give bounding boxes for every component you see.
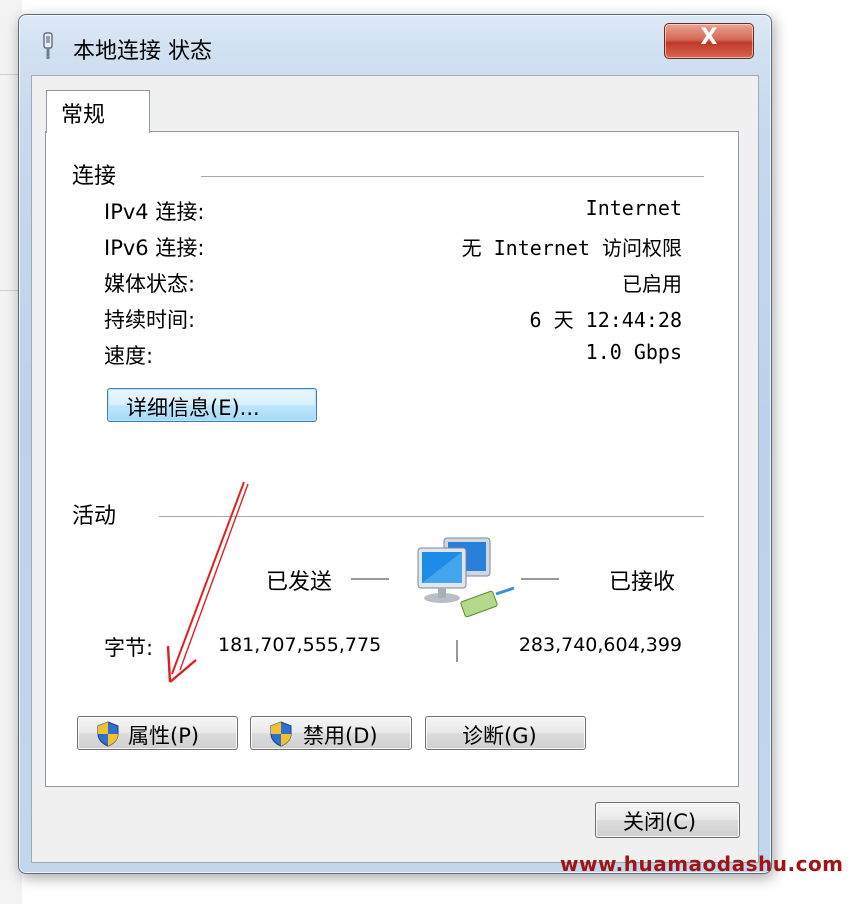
sent-line bbox=[351, 578, 389, 581]
watermark-text: www.huamaodashu.com bbox=[560, 852, 844, 876]
window-close-button[interactable]: X bbox=[664, 23, 754, 59]
local-connection-status-dialog: 本地连接 状态 X 常规 连接 IPv4 连接: Internet IPv6 连… bbox=[18, 14, 772, 874]
background-divider bbox=[0, 290, 18, 291]
duration-value: 6 天 12:44:28 bbox=[529, 308, 682, 332]
activity-divider bbox=[456, 640, 458, 662]
network-computers-icon bbox=[417, 537, 515, 618]
tab-general-label: 常规 bbox=[61, 103, 106, 128]
speed-value: 1.0 Gbps bbox=[585, 340, 682, 364]
received-line bbox=[521, 578, 559, 581]
media-state-label: 媒体状态: bbox=[104, 272, 196, 296]
window-title: 本地连接 状态 bbox=[73, 39, 212, 64]
ipv4-value: Internet bbox=[585, 196, 682, 220]
close-button-label: 关闭(C) bbox=[623, 810, 697, 834]
ipv6-value: 无 Internet 访问权限 bbox=[461, 236, 682, 260]
disable-button[interactable]: 禁用(D) bbox=[250, 716, 412, 750]
network-connection-icon bbox=[43, 32, 53, 59]
properties-button-label: 属性(P) bbox=[128, 724, 200, 748]
disable-button-label: 禁用(D) bbox=[303, 724, 378, 748]
connection-separator bbox=[201, 176, 704, 178]
ipv6-label: IPv6 连接: bbox=[104, 236, 205, 260]
properties-button[interactable]: 属性(P) bbox=[77, 716, 238, 750]
speed-label: 速度: bbox=[104, 344, 154, 368]
bytes-received-value: 283,740,604,399 bbox=[518, 634, 682, 656]
uac-shield-icon bbox=[97, 721, 119, 747]
connection-group-title: 连接 bbox=[72, 164, 117, 189]
diagnose-button-label: 诊断(G) bbox=[462, 724, 537, 748]
details-button[interactable]: 详细信息(E)... bbox=[107, 388, 317, 422]
general-tab-panel: 连接 IPv4 连接: Internet IPv6 连接: 无 Internet… bbox=[45, 131, 739, 787]
media-state-value: 已启用 bbox=[622, 272, 682, 296]
ipv4-label: IPv4 连接: bbox=[104, 200, 205, 224]
background-divider bbox=[0, 74, 18, 75]
close-button[interactable]: 关闭(C) bbox=[595, 802, 740, 838]
dialog-client-area: 常规 连接 IPv4 连接: Internet IPv6 连接: 无 Inter… bbox=[31, 75, 759, 863]
details-button-label: 详细信息(E)... bbox=[126, 396, 260, 420]
uac-shield-icon bbox=[270, 721, 292, 747]
bytes-label: 字节: bbox=[104, 636, 154, 660]
close-icon: X bbox=[700, 25, 718, 50]
tab-general[interactable]: 常规 bbox=[46, 90, 150, 133]
activity-group-title: 活动 bbox=[72, 504, 117, 529]
received-label: 已接收 bbox=[609, 570, 676, 595]
diagnose-button[interactable]: 诊断(G) bbox=[425, 716, 586, 750]
annotation-arrow bbox=[166, 481, 249, 683]
duration-label: 持续时间: bbox=[104, 308, 196, 332]
sent-label: 已发送 bbox=[266, 570, 333, 595]
